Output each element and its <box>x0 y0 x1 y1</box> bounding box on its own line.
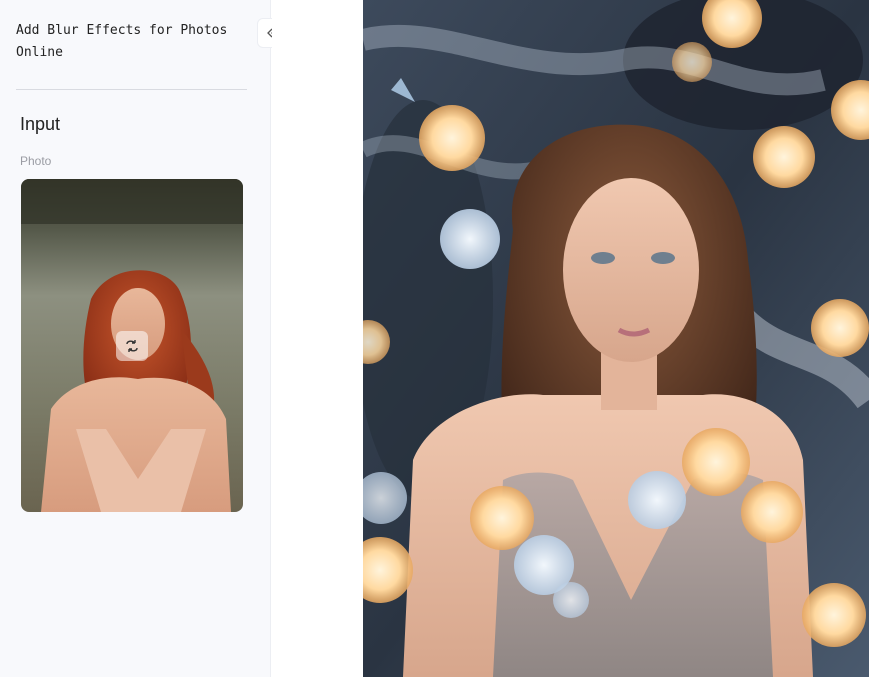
swap-button[interactable] <box>116 331 148 361</box>
result-image[interactable] <box>363 0 869 677</box>
sidebar: Add Blur Effects for Photos Online Input… <box>0 0 271 677</box>
app-title: Add Blur Effects for Photos Online <box>16 23 228 60</box>
swap-icon <box>126 340 138 352</box>
photo-field-label: Photo <box>20 154 52 168</box>
divider <box>16 89 247 90</box>
result-image-graphic <box>363 0 869 677</box>
section-title-input: Input <box>20 114 61 134</box>
